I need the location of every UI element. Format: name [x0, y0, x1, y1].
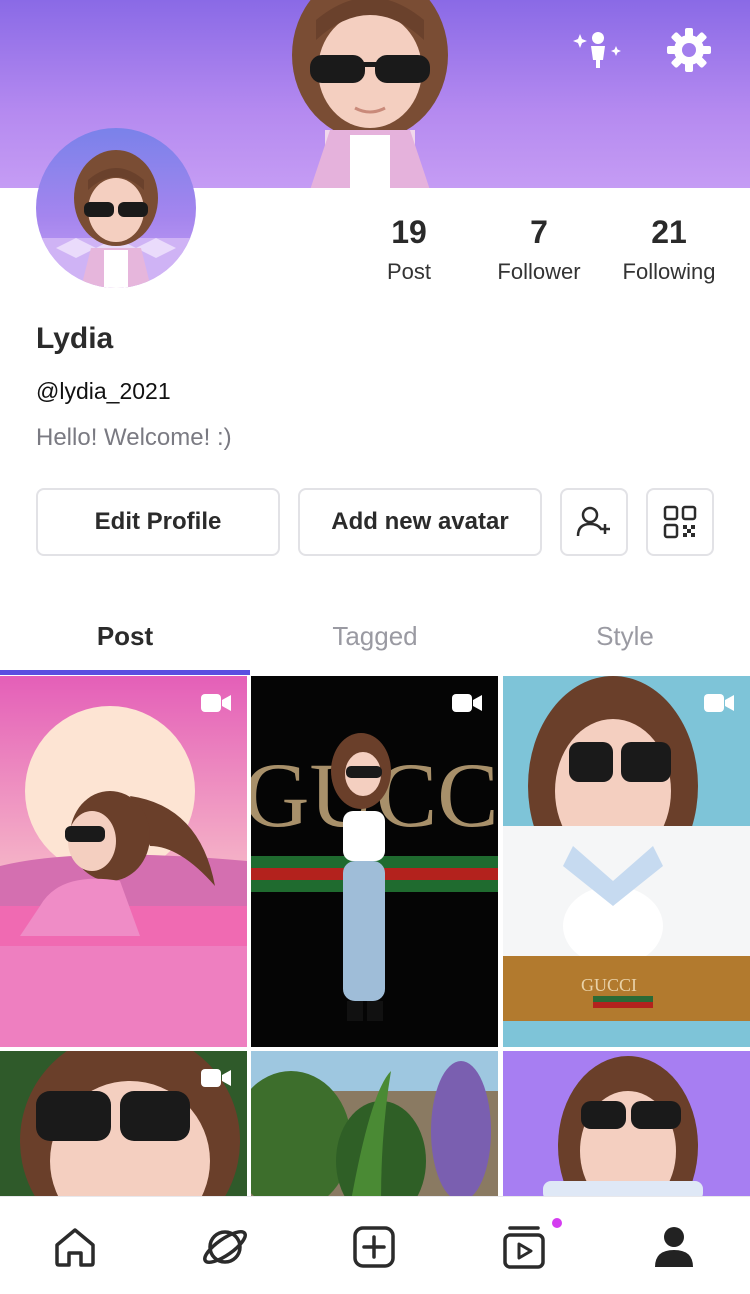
- stat-label: Follower: [497, 259, 581, 284]
- profile-stats: 19 Post 7 Follower 21 Following: [360, 212, 740, 292]
- profile-name: Lydia: [36, 322, 114, 355]
- stat-label: Post: [386, 259, 432, 284]
- notification-dot: [552, 1218, 562, 1228]
- post-thumbnail[interactable]: [503, 1051, 750, 1201]
- profile-bio: Hello! Welcome! :): [36, 424, 232, 451]
- nav-videos[interactable]: [498, 1221, 550, 1273]
- post-thumbnail[interactable]: [0, 1051, 247, 1201]
- nav-profile[interactable]: [648, 1221, 700, 1273]
- sparkle-avatar-icon[interactable]: [572, 24, 624, 76]
- stat-following[interactable]: 21 Following: [604, 212, 734, 292]
- post-thumbnail[interactable]: GUCCI: [251, 676, 498, 1047]
- tab-style[interactable]: Style: [500, 600, 750, 672]
- video-icon: [452, 692, 482, 719]
- post-overlay-text: GUCCI: [581, 975, 637, 995]
- post-thumbnail[interactable]: GUCCI: [503, 676, 750, 1047]
- cover-avatar-illustration: [292, 0, 448, 188]
- post-grid: GUCCI GUCCI: [0, 676, 750, 1201]
- person-add-icon: [576, 506, 610, 537]
- edit-profile-button[interactable]: Edit Profile: [36, 488, 280, 556]
- planet-icon: [203, 1230, 247, 1264]
- qr-code-button[interactable]: [646, 488, 714, 556]
- stat-value: 19: [391, 214, 427, 250]
- stat-posts[interactable]: 19 Post: [344, 212, 474, 292]
- stat-followers[interactable]: 7 Follower: [474, 212, 604, 292]
- home-icon: [55, 1228, 95, 1267]
- stat-value: 7: [530, 214, 548, 250]
- video-icon: [704, 692, 734, 719]
- video-icon: [201, 1067, 231, 1094]
- post-thumbnail[interactable]: [0, 676, 247, 1047]
- video-icon: [201, 692, 231, 719]
- avatar[interactable]: [36, 128, 196, 288]
- video-feed-icon: [503, 1226, 545, 1269]
- profile-handle: @lydia_2021: [36, 378, 171, 404]
- stat-label: Following: [622, 259, 716, 284]
- plus-square-icon: [353, 1226, 395, 1268]
- nav-explore[interactable]: [199, 1221, 251, 1273]
- qr-code-icon: [663, 505, 697, 539]
- bottom-navigation: [0, 1196, 750, 1294]
- profile-icon: [655, 1227, 693, 1267]
- gear-icon[interactable]: [663, 24, 715, 76]
- tab-tagged[interactable]: Tagged: [250, 600, 500, 672]
- add-avatar-button[interactable]: Add new avatar: [298, 488, 542, 556]
- stat-value: 21: [651, 214, 687, 250]
- nav-home[interactable]: [49, 1221, 101, 1273]
- post-thumbnail[interactable]: [251, 1051, 498, 1201]
- tab-post[interactable]: Post: [0, 600, 250, 672]
- active-tab-indicator: [0, 670, 250, 675]
- add-friend-button[interactable]: [560, 488, 628, 556]
- nav-create[interactable]: [348, 1221, 400, 1273]
- profile-tabs: Post Tagged Style: [0, 600, 750, 676]
